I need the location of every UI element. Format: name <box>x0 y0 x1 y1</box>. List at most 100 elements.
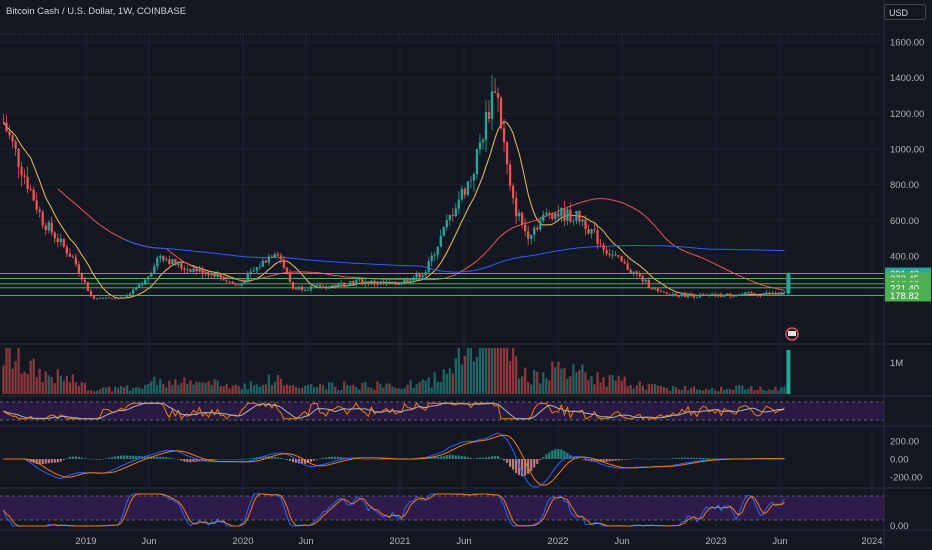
volume-bar <box>641 385 644 394</box>
candle-body <box>626 263 629 270</box>
macd-histogram-bar <box>692 457 696 459</box>
volume-bar <box>723 389 726 394</box>
macd-histogram-bar <box>120 455 123 459</box>
volume-bar <box>303 386 307 394</box>
candle-body <box>349 281 352 286</box>
candle-body <box>328 286 331 289</box>
candle-body <box>261 260 264 267</box>
candle-body <box>346 285 349 287</box>
macd-histogram-bar <box>325 457 328 459</box>
volume-bar <box>318 383 322 394</box>
volume-bar <box>282 385 286 394</box>
volume-bar <box>252 385 255 394</box>
volume-bar <box>635 385 638 394</box>
candle-body <box>656 288 659 292</box>
candle-body <box>481 140 485 143</box>
volume-bar <box>379 383 382 394</box>
macd-histogram-bar <box>291 459 295 462</box>
macd-histogram-bar <box>68 456 71 459</box>
macd-histogram-bar <box>436 456 439 459</box>
macd-histogram-bar <box>364 459 367 460</box>
macd-histogram-bar <box>699 457 702 459</box>
volume-bar <box>210 384 213 394</box>
candle-body <box>448 214 451 221</box>
candle-body <box>602 244 605 250</box>
volume-bar <box>406 384 409 394</box>
candle-body <box>162 256 165 261</box>
candle-body <box>198 268 201 272</box>
macd-axis-label: -200.00 <box>890 473 922 484</box>
time-axis-label: 2022 <box>547 536 568 547</box>
candle-body <box>412 277 415 281</box>
currency-button[interactable]: USD <box>884 4 926 20</box>
volume-bar <box>8 348 11 394</box>
candle-body <box>487 111 491 119</box>
volume-bar <box>189 380 192 394</box>
candle-body <box>156 257 159 267</box>
candle-body <box>608 253 611 256</box>
volume-bar <box>5 348 8 394</box>
candle-body <box>68 253 71 257</box>
volume-bar <box>156 385 159 394</box>
macd-histogram-bar <box>539 459 542 460</box>
candle-body <box>373 280 376 284</box>
volume-bar <box>732 389 735 394</box>
volume-bar <box>23 371 26 394</box>
macd-histogram-bar <box>668 458 671 460</box>
stoch-axis-label: 0.00 <box>890 521 909 532</box>
candle-body <box>650 287 653 290</box>
volume-bar <box>20 373 23 394</box>
candle-body <box>542 214 545 221</box>
volume-bar <box>17 348 20 394</box>
volume-bar <box>391 386 394 394</box>
volume-bar <box>710 387 714 394</box>
macd-histogram-bar <box>686 457 690 459</box>
candle-body <box>409 280 412 282</box>
volume-bar <box>557 361 560 394</box>
volume-bar <box>352 384 355 394</box>
macd-histogram-bar <box>533 459 536 468</box>
volume-bar <box>653 384 656 394</box>
rsi-band <box>0 402 884 420</box>
macd-histogram-bar <box>554 449 557 459</box>
volume-bar <box>683 385 687 394</box>
macd-histogram-bar <box>47 459 50 464</box>
price-chart[interactable]: 1600.00 1400.00 1200.00 1000.00 800.00 600.00… <box>0 0 932 550</box>
macd-histogram-bar <box>680 457 684 459</box>
candle-body <box>647 279 650 288</box>
macd-histogram-bar <box>460 455 463 459</box>
candle-body <box>225 280 228 282</box>
candle-body <box>689 293 693 296</box>
candle-body <box>71 256 75 258</box>
candle-body <box>638 274 641 277</box>
volume-bar <box>487 348 491 394</box>
macd-histogram-bar <box>708 458 711 459</box>
candle-body <box>527 231 530 239</box>
volume-bar <box>110 391 114 394</box>
macd-histogram-bar <box>614 459 617 461</box>
macd-histogram-bar <box>117 455 120 459</box>
volume-bar <box>647 383 650 394</box>
volume-bar <box>331 382 334 394</box>
volume-bar <box>50 377 53 394</box>
candle-body <box>599 243 602 245</box>
candle-body <box>267 256 271 263</box>
volume-bar <box>605 386 608 394</box>
volume-bar <box>95 390 99 394</box>
volume-bar <box>270 385 274 394</box>
macd-histogram-bar <box>496 455 500 459</box>
candle-body <box>11 135 14 142</box>
volume-bar <box>753 390 756 394</box>
candle-body <box>192 268 195 273</box>
macd-histogram-bar <box>605 459 608 462</box>
candle-body <box>744 292 747 295</box>
candle-body <box>44 225 47 231</box>
volume-bar <box>765 390 768 394</box>
macd-histogram-bar <box>252 457 255 459</box>
candle-body <box>433 254 436 256</box>
volume-bar <box>668 390 672 394</box>
volume-bar <box>150 381 153 394</box>
macd-histogram-bar <box>662 458 665 460</box>
volume-bar <box>481 348 485 394</box>
volume-bar <box>768 389 771 394</box>
